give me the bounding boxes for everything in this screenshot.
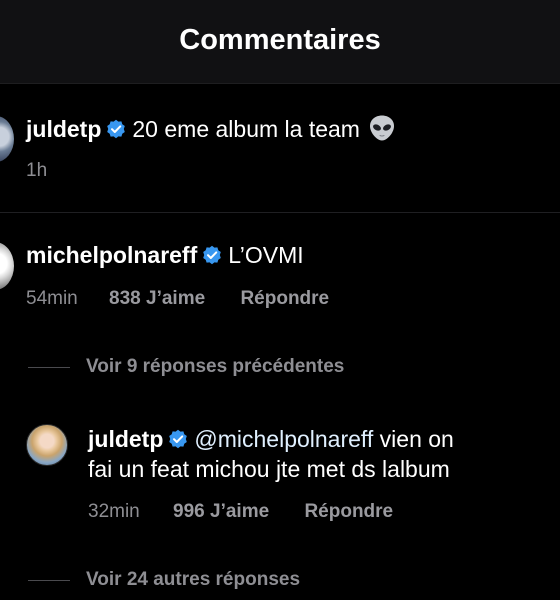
comment-1: juldetp 20 eme album la team — [26, 114, 396, 143]
reply-button[interactable]: Répondre — [304, 501, 393, 522]
replies-divider-line — [28, 366, 70, 368]
comments-screen: Commentaires juldetp 20 eme album la tea… — [0, 0, 560, 600]
timestamp: 54min — [26, 288, 78, 309]
verified-badge-icon — [169, 429, 188, 449]
divider — [0, 212, 560, 213]
verified-badge-icon — [107, 119, 126, 139]
avatar[interactable] — [26, 424, 68, 466]
comment-text: 20 eme album la team — [132, 116, 360, 142]
username[interactable]: juldetp — [88, 426, 163, 452]
page-title: Commentaires — [179, 24, 381, 56]
verified-badge-icon — [203, 245, 222, 265]
avatar[interactable] — [0, 116, 14, 162]
reply-meta: 32min 996 J’aime Répondre — [88, 500, 393, 524]
reply-comment-line-2: fai un feat michou jte met ds lalbum — [88, 455, 450, 483]
comment-text: L’OVMI — [228, 242, 304, 268]
reply-text-line-1: vien on — [373, 426, 454, 452]
reply-button[interactable]: Répondre — [240, 288, 329, 309]
comment-2-meta: 54min 838 J’aime Répondre — [26, 287, 329, 311]
comment-1-meta: 1h — [26, 159, 47, 183]
username[interactable]: juldetp — [26, 116, 101, 142]
timestamp: 1h — [26, 160, 48, 181]
reply-text-line-2: fai un feat michou jte met ds lalbum — [88, 456, 450, 482]
header: Commentaires — [0, 0, 560, 84]
username[interactable]: michelpolnareff — [26, 242, 197, 268]
avatar[interactable] — [0, 242, 14, 290]
mention-link[interactable]: @michelpolnareff — [194, 426, 373, 452]
reply-comment: juldetp @michelpolnareff vien on — [88, 425, 454, 453]
replies-divider-line — [28, 579, 70, 581]
alien-emoji — [369, 115, 394, 141]
timestamp: 32min — [88, 501, 140, 522]
likes-count[interactable]: 838 J’aime — [109, 288, 205, 309]
view-previous-replies[interactable]: Voir 9 réponses précédentes — [28, 356, 344, 380]
comment-2: michelpolnareff L’OVMI — [26, 241, 304, 269]
view-more-replies[interactable]: Voir 24 autres réponses — [28, 569, 300, 593]
view-more-replies-label[interactable]: Voir 24 autres réponses — [86, 569, 300, 590]
view-replies-label[interactable]: Voir 9 réponses précédentes — [86, 356, 344, 377]
likes-count[interactable]: 996 J’aime — [173, 501, 269, 522]
